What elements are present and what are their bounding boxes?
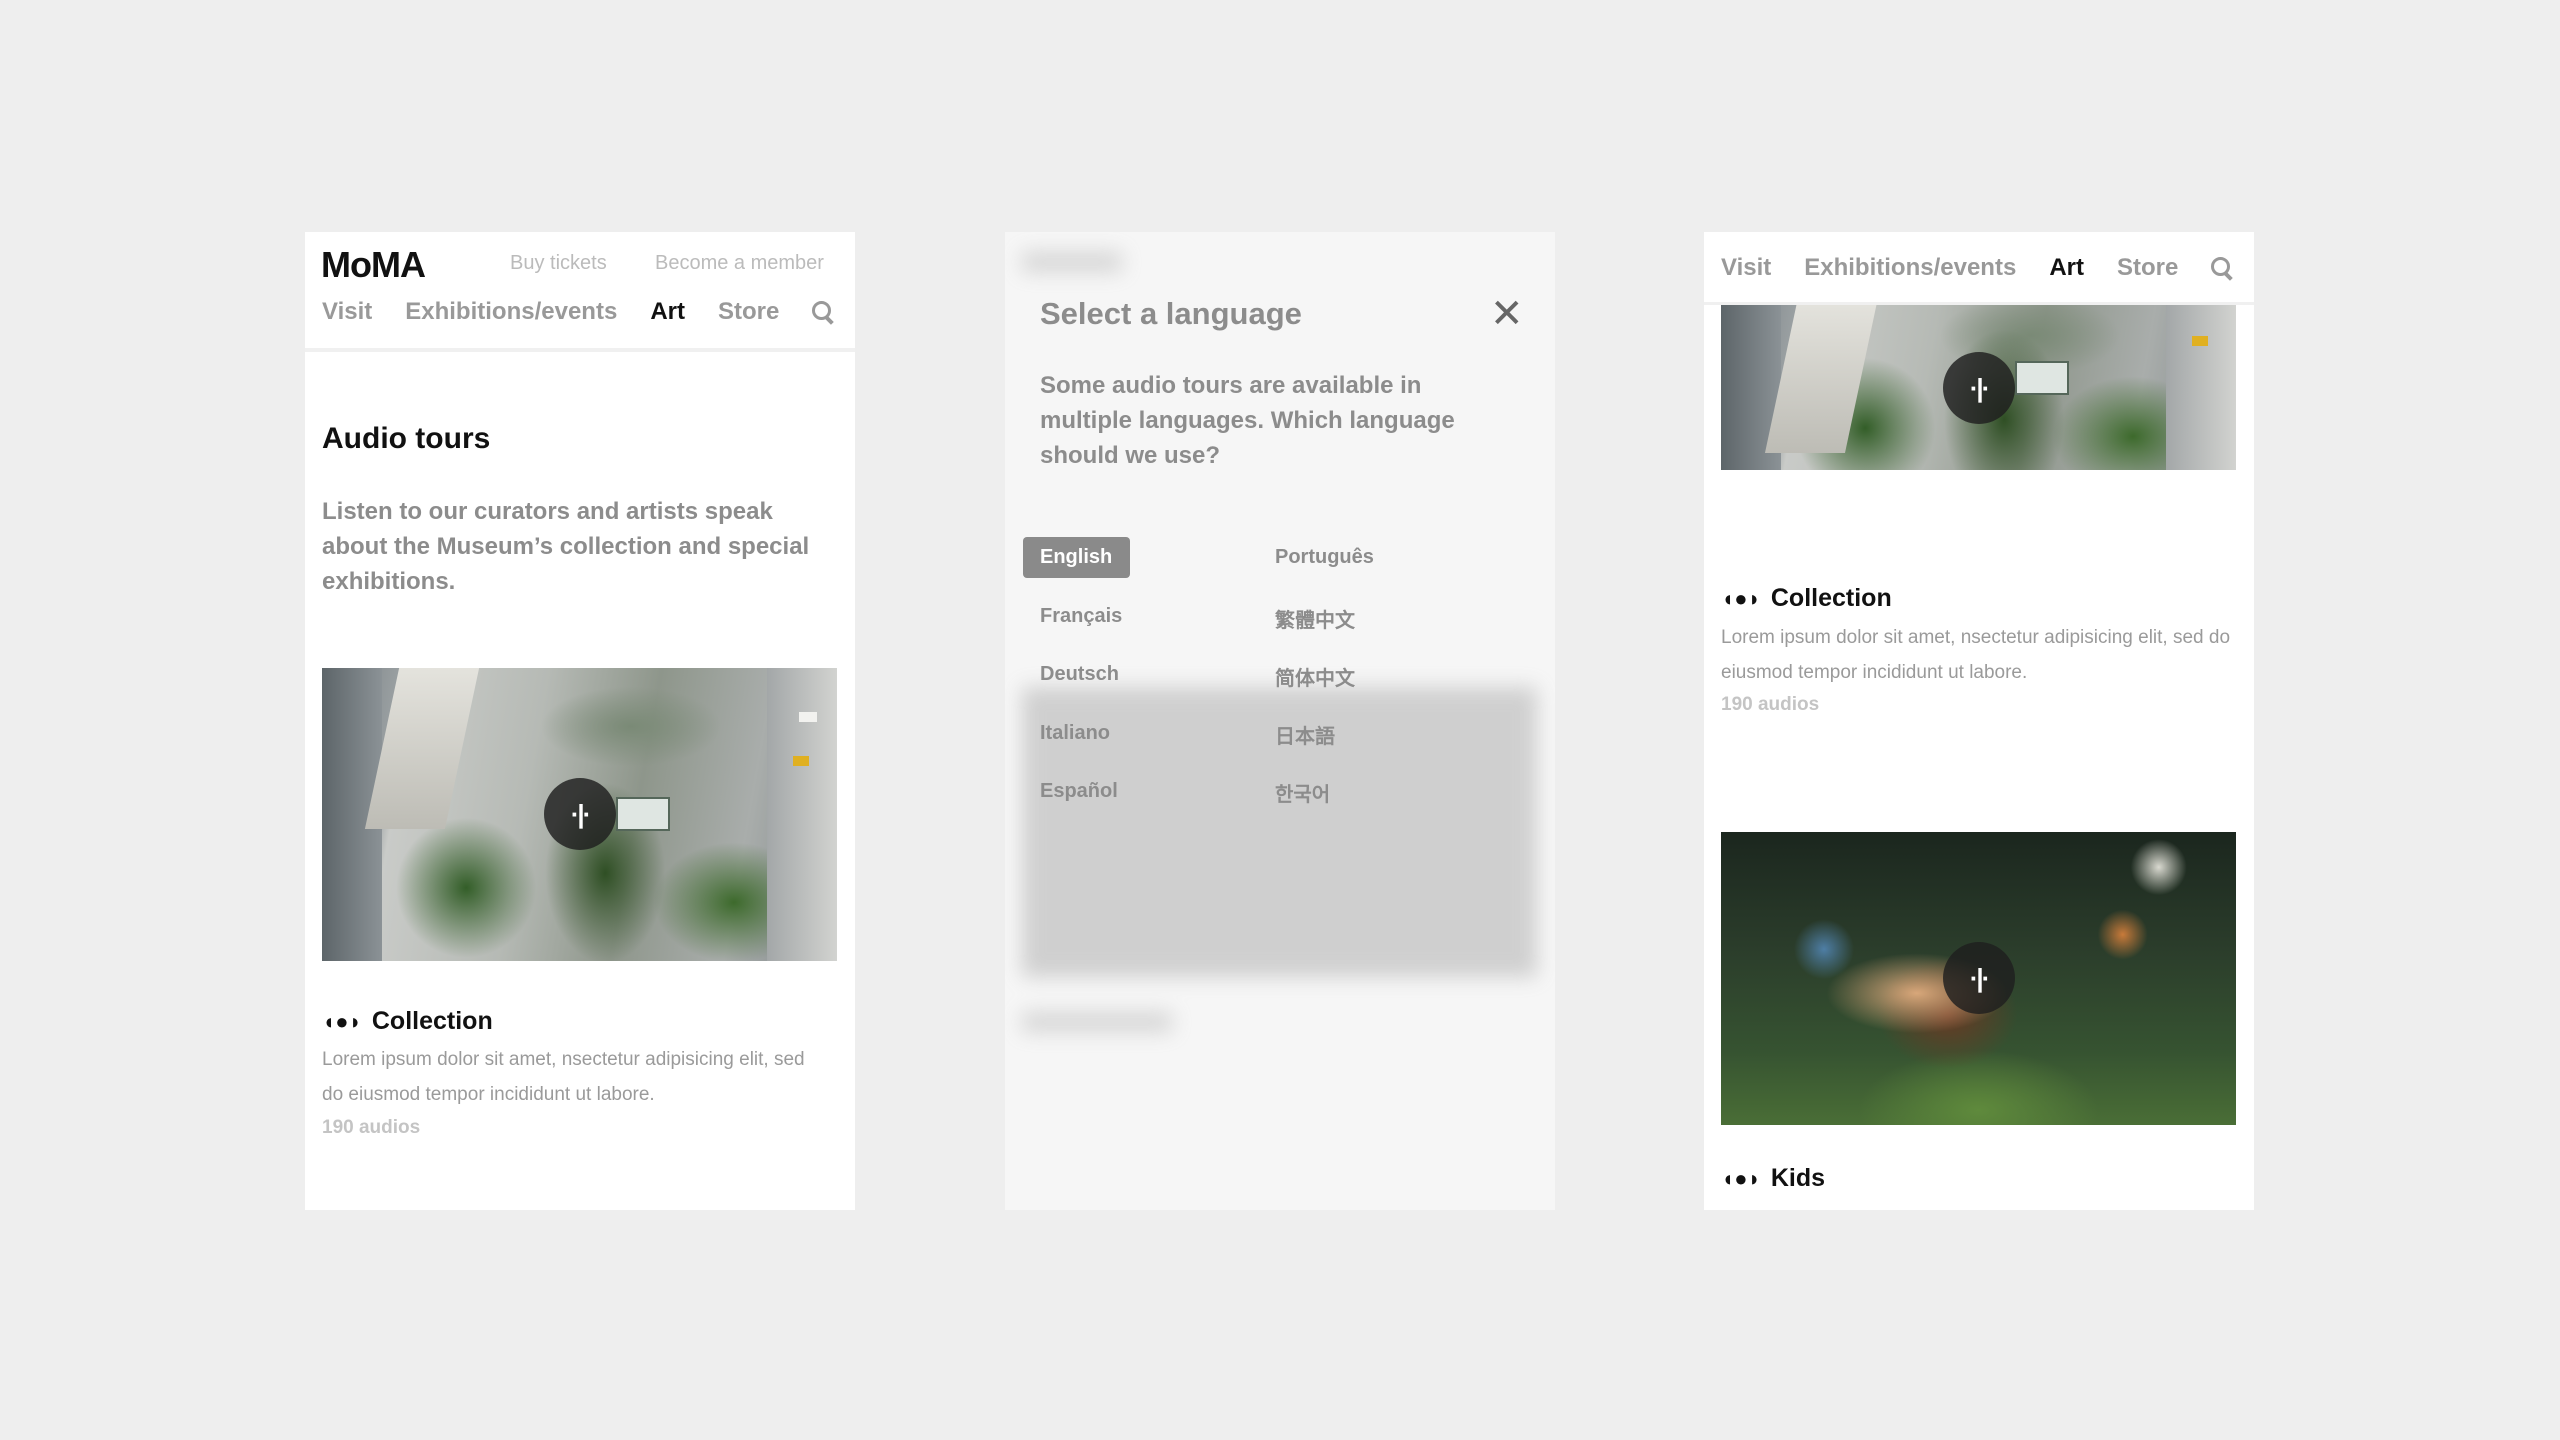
lang-trad-chinese[interactable]: 繁體中文 (1275, 604, 1355, 633)
modal-title: Select a language (1040, 296, 1302, 331)
screen-audio-tours: MoMA Buy tickets Become a member Visit E… (305, 232, 855, 1210)
lang-deutsch[interactable]: Deutsch (1040, 663, 1119, 686)
collection-desc: Lorem ipsum dolor sit amet, nsectetur ad… (1721, 627, 2231, 683)
lang-simp-chinese[interactable]: 简体中文 (1275, 662, 1355, 691)
headphones-icon: ◖●◗ (1721, 585, 1761, 611)
collection-image[interactable]: ·|· (322, 668, 837, 961)
screen-audio-tours-scrolled: ·|· Visit Exhibitions/events Art Store ◖… (1704, 232, 2254, 1210)
screen-language-modal: Select a language ✕ Some audio tours are… (1005, 232, 1555, 1210)
search-icon[interactable] (2211, 257, 2234, 281)
collection-title[interactable]: ◖●◗ Collection (322, 1007, 493, 1036)
nav-visit[interactable]: Visit (322, 298, 372, 326)
nav-art[interactable]: Art (2049, 254, 2084, 282)
lang-espanol[interactable]: Español (1040, 780, 1118, 803)
audio-play-icon[interactable]: ·|· (1943, 942, 2015, 1014)
collection-title-text: Collection (371, 1007, 493, 1035)
kids-title[interactable]: ◖●◗ Kids (1721, 1164, 1825, 1193)
lang-portugues[interactable]: Português (1275, 546, 1374, 569)
buy-tickets-link[interactable]: Buy tickets (510, 252, 607, 275)
audio-play-icon[interactable]: ·|· (544, 778, 616, 850)
audio-play-icon[interactable]: ·|· (1943, 352, 2015, 424)
main-nav: Visit Exhibitions/events Art Store (322, 298, 835, 326)
main-nav: Visit Exhibitions/events Art Store (1721, 254, 2234, 282)
lang-francais[interactable]: Français (1040, 605, 1122, 628)
collection-image[interactable]: ·|· (1721, 302, 2236, 470)
kids-image[interactable]: ·|· (1721, 832, 2236, 1125)
collection-count: 190 audios (322, 1117, 421, 1138)
nav-store[interactable]: Store (718, 298, 779, 326)
moma-logo[interactable]: MoMA (321, 244, 426, 286)
lang-korean[interactable]: 한국어 (1275, 778, 1330, 807)
lang-italiano[interactable]: Italiano (1040, 722, 1110, 745)
nav-art[interactable]: Art (650, 298, 685, 326)
header-divider (1704, 302, 2254, 305)
collection-count: 190 audios (1721, 694, 1820, 715)
nav-visit[interactable]: Visit (1721, 254, 1771, 282)
collection-title[interactable]: ◖●◗ Collection (1721, 584, 1892, 613)
become-member-link[interactable]: Become a member (655, 252, 824, 275)
modal-text: Some audio tours are available in multip… (1040, 372, 1455, 469)
lang-english[interactable]: English (1023, 537, 1131, 578)
header-divider (305, 348, 855, 352)
search-icon[interactable] (812, 301, 835, 325)
page-title: Audio tours (322, 422, 491, 455)
collection-title-text: Collection (1770, 584, 1892, 612)
close-icon[interactable]: ✕ (1490, 294, 1524, 334)
headphones-icon: ◖●◗ (322, 1008, 362, 1034)
headphones-icon: ◖●◗ (1721, 1165, 1761, 1191)
lang-japanese[interactable]: 日本語 (1275, 720, 1335, 749)
kids-title-text: Kids (1770, 1164, 1826, 1192)
intro-text: Listen to our curators and artists speak… (322, 498, 810, 595)
nav-exhibitions[interactable]: Exhibitions/events (1804, 254, 2016, 282)
nav-store[interactable]: Store (2117, 254, 2178, 282)
collection-desc: Lorem ipsum dolor sit amet, nsectetur ad… (322, 1049, 805, 1105)
nav-exhibitions[interactable]: Exhibitions/events (405, 298, 617, 326)
